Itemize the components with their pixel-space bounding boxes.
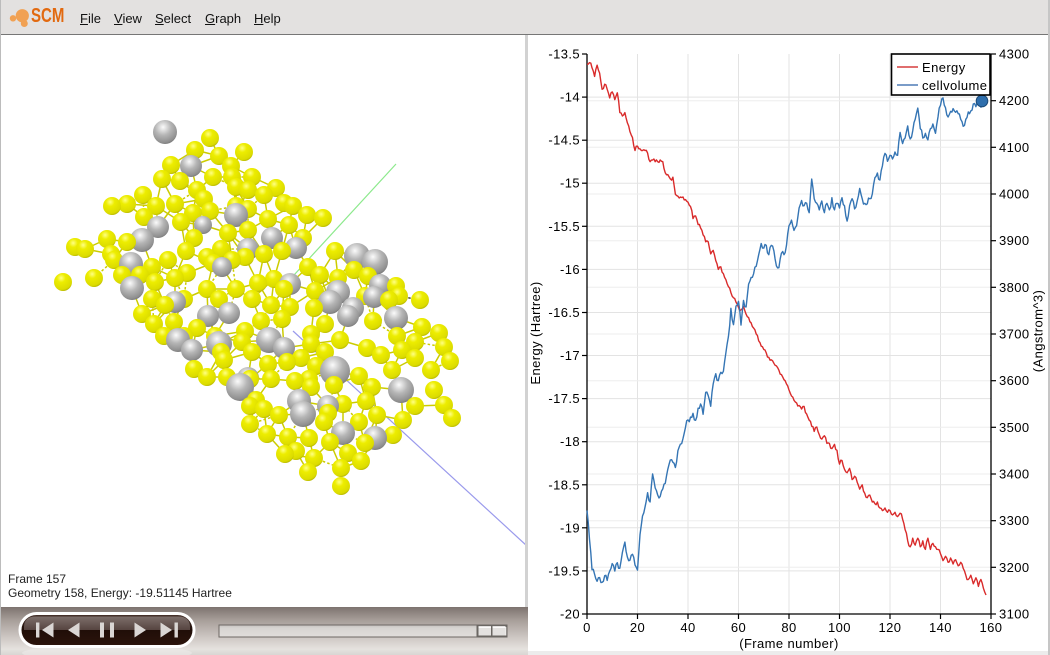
svg-text:-14: -14	[560, 90, 580, 105]
svg-text:4000: 4000	[999, 187, 1030, 202]
svg-text:60: 60	[731, 620, 746, 635]
svg-text:3700: 3700	[999, 327, 1030, 342]
svg-text:-16: -16	[560, 262, 580, 277]
svg-text:80: 80	[781, 620, 796, 635]
svg-text:-15: -15	[560, 176, 580, 191]
svg-text:(Angstrom^3): (Angstrom^3)	[1031, 290, 1046, 372]
svg-text:3100: 3100	[999, 607, 1030, 622]
svg-text:4100: 4100	[999, 140, 1030, 155]
svg-text:0: 0	[583, 620, 591, 635]
svg-text:3200: 3200	[999, 560, 1030, 575]
svg-text:-13.5: -13.5	[548, 47, 580, 62]
svg-text:(Frame number): (Frame number)	[739, 636, 839, 651]
svg-text:-14.5: -14.5	[548, 133, 580, 148]
svg-text:3900: 3900	[999, 233, 1030, 248]
svg-text:3600: 3600	[999, 373, 1030, 388]
svg-text:4300: 4300	[999, 47, 1030, 62]
svg-text:160: 160	[980, 620, 1003, 635]
svg-text:3400: 3400	[999, 467, 1030, 482]
svg-text:-19.5: -19.5	[548, 563, 580, 578]
svg-text:3300: 3300	[999, 513, 1030, 528]
svg-text:-18: -18	[560, 434, 580, 449]
svg-text:cellvolume: cellvolume	[922, 78, 987, 93]
svg-text:40: 40	[680, 620, 695, 635]
svg-text:-19: -19	[560, 520, 580, 535]
svg-text:-18.5: -18.5	[548, 477, 580, 492]
svg-text:Energy (Hartree): Energy (Hartree)	[528, 281, 543, 384]
svg-text:-17.5: -17.5	[548, 391, 580, 406]
svg-text:4200: 4200	[999, 93, 1030, 108]
svg-text:3800: 3800	[999, 280, 1030, 295]
svg-text:-15.5: -15.5	[548, 219, 580, 234]
svg-text:-16.5: -16.5	[548, 305, 580, 320]
svg-text:120: 120	[879, 620, 902, 635]
svg-text:100: 100	[828, 620, 851, 635]
svg-text:-17: -17	[560, 348, 580, 363]
svg-text:140: 140	[929, 620, 952, 635]
svg-text:Energy: Energy	[922, 60, 966, 75]
svg-text:20: 20	[630, 620, 645, 635]
svg-text:-20: -20	[560, 607, 580, 622]
svg-text:3500: 3500	[999, 420, 1030, 435]
